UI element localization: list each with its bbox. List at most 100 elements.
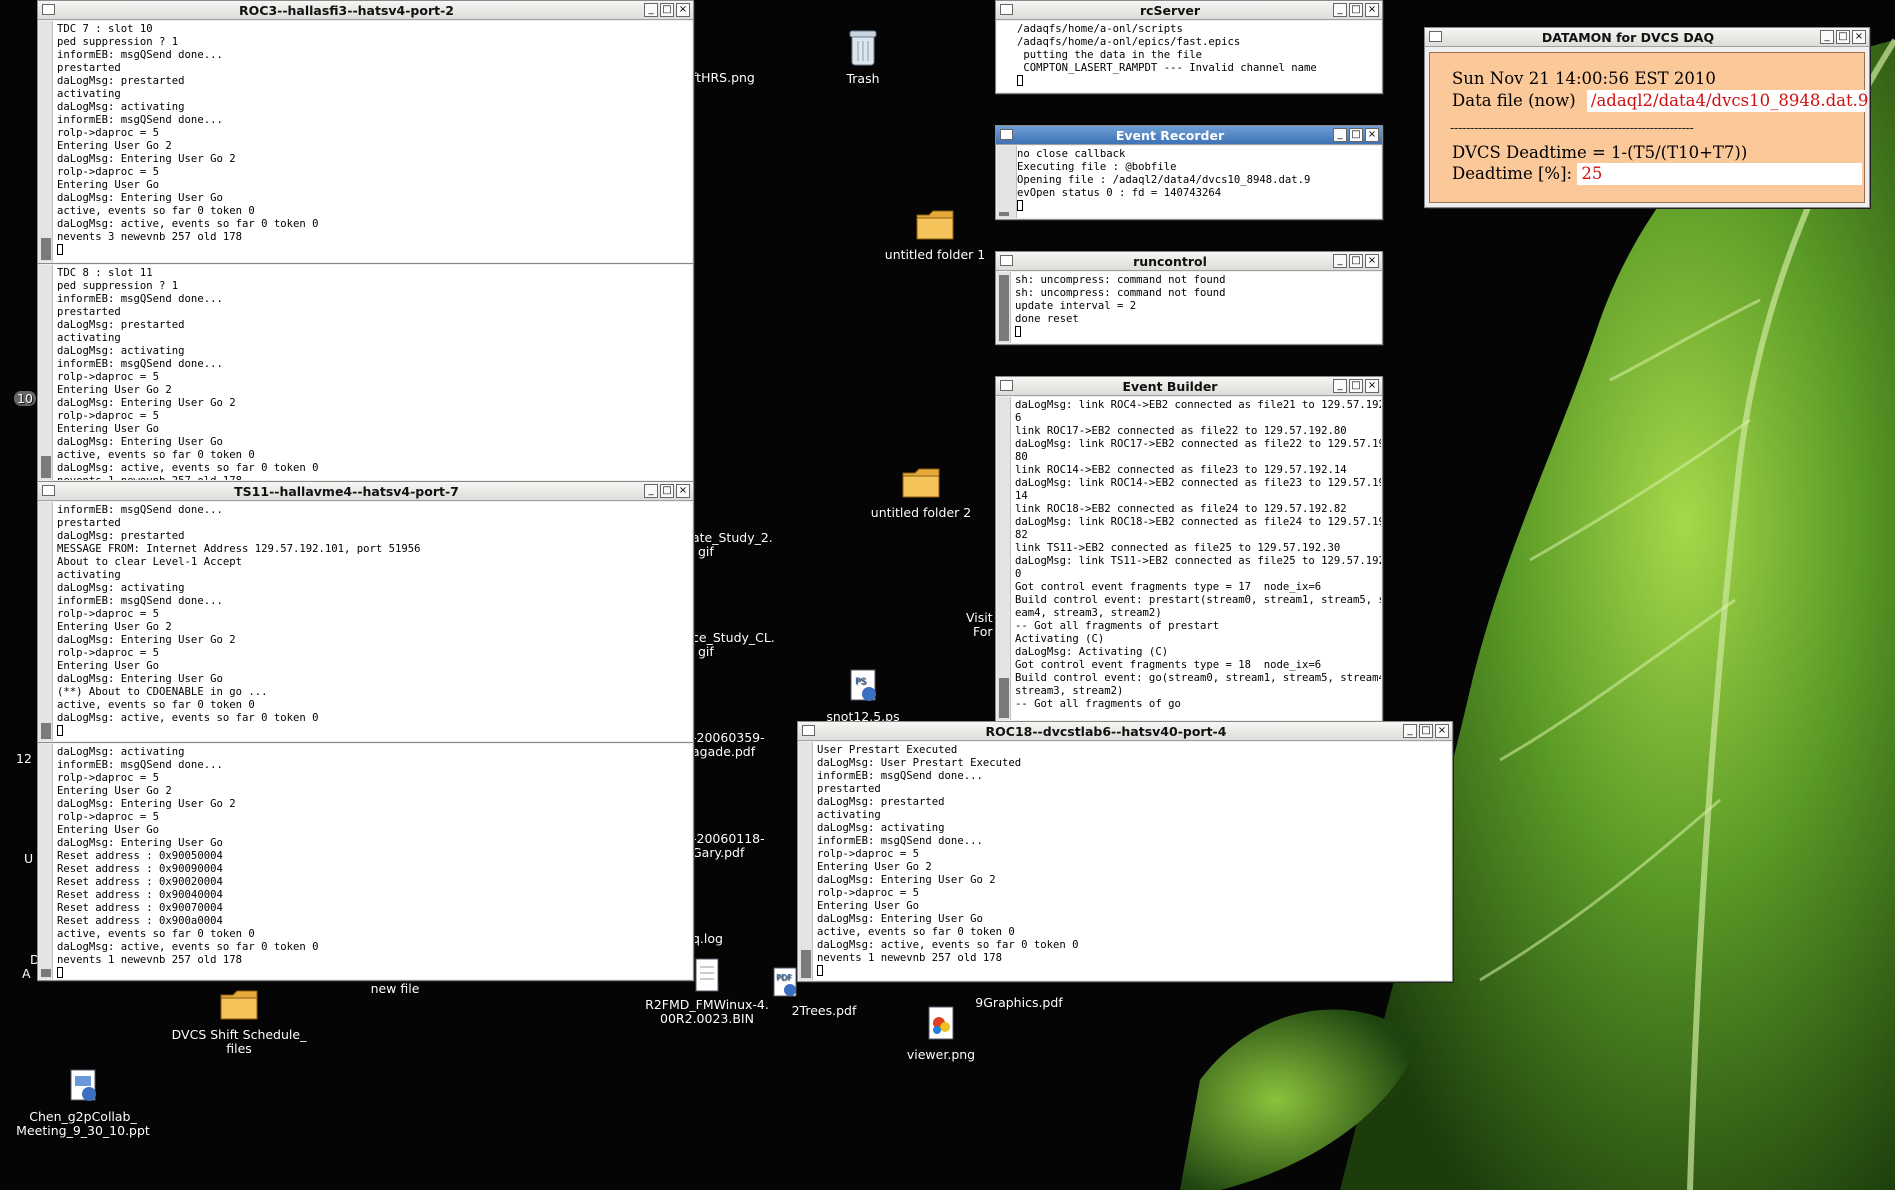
event-recorder-window[interactable]: Event Recorder _ □ × no close callback Exec… bbox=[995, 125, 1383, 220]
maximize-icon[interactable]: □ bbox=[1349, 3, 1363, 17]
desktop-icon-chen-ppt[interactable]: Chen_g2pCollab_ Meeting_9_30_10.ppt bbox=[8, 1066, 158, 1138]
terminal-pane[interactable]: no close callback Executing file : @bobfi… bbox=[997, 146, 1381, 218]
maximize-icon[interactable]: □ bbox=[1419, 724, 1433, 738]
close-icon[interactable]: × bbox=[1365, 254, 1379, 268]
icon-label: DVCS Shift Schedule_ bbox=[171, 1027, 307, 1042]
window-menu-icon[interactable] bbox=[1000, 380, 1013, 391]
scrollbar[interactable] bbox=[997, 146, 1017, 218]
event-builder-window[interactable]: Event Builder _ □ × daLogMsg: link ROC4->E… bbox=[995, 376, 1383, 722]
minimize-icon[interactable]: _ bbox=[1333, 254, 1347, 268]
scrollbar[interactable] bbox=[39, 21, 53, 262]
roc3-terminal-window[interactable]: ROC3--hallasfi3--hatsv4-port-2 _ □ × TDC 7… bbox=[37, 0, 694, 264]
title-bar[interactable]: runcontrol _ □ × bbox=[996, 252, 1382, 271]
desktop-icon-untitled-folder-2[interactable]: untitled folder 2 bbox=[846, 462, 996, 520]
roc3-terminal-window-2[interactable]: TDC 8 : slot 11 ped suppression ? 1 inform… bbox=[37, 263, 694, 482]
scrollbar[interactable] bbox=[39, 744, 53, 979]
terminal-line: link ROC17->EB2 connected as file22 to 1… bbox=[1015, 425, 1347, 437]
ts11-terminal-window-2[interactable]: daLogMsg: activating informEB: msgQSend d… bbox=[37, 742, 694, 981]
scrollbar-thumb[interactable] bbox=[41, 456, 51, 478]
window-title: Event Recorder bbox=[1115, 128, 1225, 143]
terminal-prompt bbox=[1015, 326, 1379, 339]
terminal-pane[interactable]: daLogMsg: link ROC4->EB2 connected as fi… bbox=[997, 397, 1381, 720]
scrollbar-thumb[interactable] bbox=[999, 275, 1009, 341]
close-icon[interactable]: × bbox=[676, 484, 690, 498]
terminal-pane[interactable]: informEB: msgQSend done... prestarted daLo… bbox=[39, 502, 692, 741]
terminal-pane[interactable]: /adaqfs/home/a-onl/scripts/adaqfs/home/a… bbox=[997, 21, 1381, 92]
terminal-pane[interactable]: sh: uncompress: command not found sh: unc… bbox=[997, 272, 1381, 343]
window-menu-icon[interactable] bbox=[802, 725, 815, 736]
terminal-pane[interactable]: TDC 7 : slot 10 ped suppression ? 1 inform… bbox=[39, 21, 692, 262]
terminal-line: link ROC14->EB2 connected as file23 to 1… bbox=[1015, 464, 1347, 476]
ts11-terminal-window[interactable]: TS11--hallavme4--hatsv4-port-7 _ □ × infor… bbox=[37, 481, 694, 743]
terminal-pane[interactable]: TDC 8 : slot 11 ped suppression ? 1 inform… bbox=[39, 265, 692, 480]
close-icon[interactable]: × bbox=[1435, 724, 1449, 738]
window-menu-icon[interactable] bbox=[1000, 129, 1013, 140]
minimize-icon[interactable]: _ bbox=[1403, 724, 1417, 738]
clipped-label: gif bbox=[698, 544, 714, 559]
desktop-icon-trash[interactable]: Trash bbox=[788, 28, 938, 86]
title-bar[interactable]: ROC3--hallasfi3--hatsv4-port-2 _ □ × bbox=[38, 1, 693, 20]
window-menu-icon[interactable] bbox=[42, 4, 55, 15]
title-bar[interactable]: rcServer _ □ × bbox=[996, 1, 1382, 20]
scrollbar[interactable] bbox=[997, 272, 1011, 343]
window-menu-icon[interactable] bbox=[1000, 255, 1013, 266]
scrollbar[interactable] bbox=[39, 502, 53, 741]
desktop-icon-untitled-folder-1[interactable]: untitled folder 1 bbox=[860, 204, 1010, 262]
scrollbar[interactable] bbox=[39, 265, 53, 480]
terminal-pane[interactable]: daLogMsg: activating informEB: msgQSend d… bbox=[39, 744, 692, 979]
maximize-icon[interactable]: □ bbox=[1349, 128, 1363, 142]
icon-label: untitled folder 2 bbox=[870, 505, 972, 520]
clipped-label: 10 bbox=[14, 391, 36, 406]
maximize-icon[interactable]: □ bbox=[660, 484, 674, 498]
minimize-icon[interactable]: _ bbox=[1820, 30, 1834, 44]
maximize-icon[interactable]: □ bbox=[660, 3, 674, 17]
close-icon[interactable]: × bbox=[1852, 30, 1866, 44]
terminal-line: informEB: msgQSend done... bbox=[57, 595, 223, 607]
terminal-line: stream3, stream2) bbox=[1015, 685, 1124, 697]
maximize-icon[interactable]: □ bbox=[1836, 30, 1850, 44]
datamon-window[interactable]: DATAMON for DVCS DAQ _ □ × Sun Nov 21 14:0… bbox=[1424, 27, 1870, 208]
title-bar[interactable]: Event Builder _ □ × bbox=[996, 377, 1382, 396]
title-bar[interactable]: Event Recorder _ □ × bbox=[996, 126, 1382, 145]
title-bar[interactable]: DATAMON for DVCS DAQ _ □ × bbox=[1425, 28, 1869, 47]
terminal-pane[interactable]: User Prestart Executed daLogMsg: User Pre… bbox=[799, 742, 1451, 980]
window-menu-icon[interactable] bbox=[42, 485, 55, 496]
scrollbar-thumb[interactable] bbox=[41, 969, 51, 977]
terminal-line: daLogMsg: Entering User Go bbox=[817, 913, 983, 925]
scrollbar-thumb[interactable] bbox=[999, 212, 1009, 216]
scrollbar[interactable] bbox=[799, 742, 813, 980]
window-menu-icon[interactable] bbox=[1000, 4, 1013, 15]
close-icon[interactable]: × bbox=[1365, 128, 1379, 142]
minimize-icon[interactable]: _ bbox=[1333, 379, 1347, 393]
terminal-line: daLogMsg: Activating (C) bbox=[1015, 646, 1169, 658]
close-icon[interactable]: × bbox=[1365, 3, 1379, 17]
desktop-icon-graphics-pdf[interactable]: 9Graphics.pdf bbox=[944, 978, 1094, 1010]
roc18-terminal-window[interactable]: ROC18--dvcstlab6--hatsv40-port-4 _ □ × Use… bbox=[797, 721, 1453, 982]
title-bar[interactable]: TS11--hallavme4--hatsv4-port-7 _ □ × bbox=[38, 482, 693, 501]
desktop-icon-viewer-png[interactable]: viewer.png bbox=[866, 1004, 1016, 1062]
close-icon[interactable]: × bbox=[676, 3, 690, 17]
terminal-line: daLogMsg: active, events so far 0 token … bbox=[57, 218, 319, 230]
runcontrol-window[interactable]: runcontrol _ □ × sh: uncompress: command n… bbox=[995, 251, 1383, 345]
scrollbar-thumb[interactable] bbox=[41, 238, 51, 260]
title-bar[interactable]: ROC18--dvcstlab6--hatsv40-port-4 _ □ × bbox=[798, 722, 1452, 741]
minimize-icon[interactable]: _ bbox=[1333, 128, 1347, 142]
cursor-icon bbox=[57, 244, 63, 255]
desktop-icon-dvcs-shift-folder[interactable]: DVCS Shift Schedule_ files bbox=[164, 984, 314, 1056]
terminal-line: -- Got all fragments of prestart bbox=[1015, 620, 1220, 632]
maximize-icon[interactable]: □ bbox=[1349, 379, 1363, 393]
terminal-line: active, events so far 0 token 0 bbox=[57, 449, 255, 461]
minimize-icon[interactable]: _ bbox=[644, 484, 658, 498]
rcserver-window[interactable]: rcServer _ □ × /adaqfs/home/a-onl/scripts /… bbox=[995, 0, 1383, 94]
desktop-icon-ps-file[interactable]: PS snot12.5.ps bbox=[788, 666, 938, 724]
clipped-label: -20060118- bbox=[692, 831, 765, 846]
scrollbar-thumb[interactable] bbox=[999, 678, 1009, 718]
minimize-icon[interactable]: _ bbox=[1333, 3, 1347, 17]
minimize-icon[interactable]: _ bbox=[644, 3, 658, 17]
scrollbar[interactable] bbox=[997, 397, 1011, 720]
scrollbar-thumb[interactable] bbox=[801, 950, 811, 978]
close-icon[interactable]: × bbox=[1365, 379, 1379, 393]
maximize-icon[interactable]: □ bbox=[1349, 254, 1363, 268]
scrollbar-thumb[interactable] bbox=[41, 723, 51, 739]
window-menu-icon[interactable] bbox=[1429, 31, 1442, 42]
